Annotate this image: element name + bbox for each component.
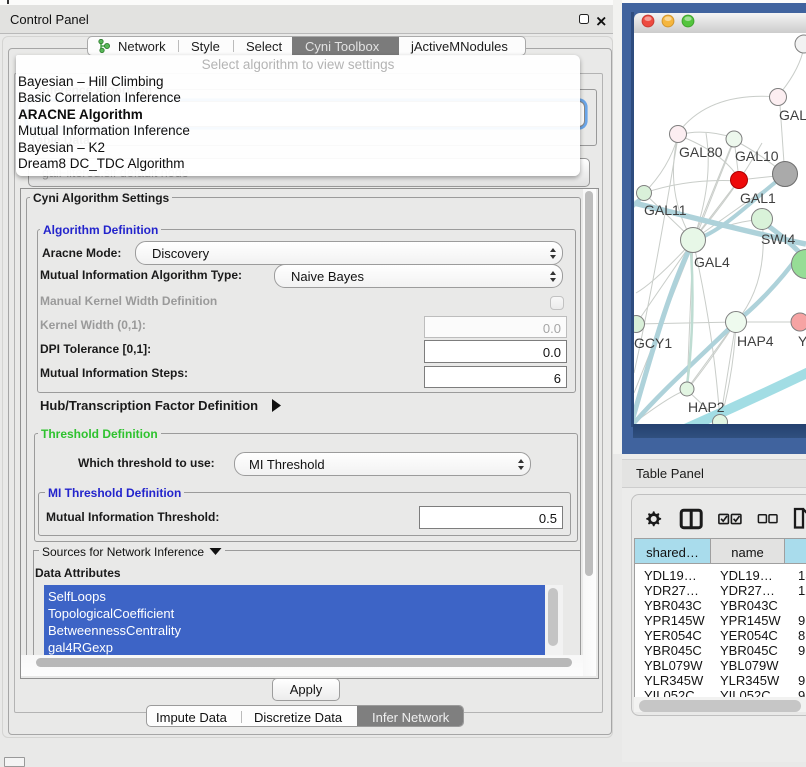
svg-text:GAL1: GAL1	[740, 190, 776, 206]
svg-text:Y: Y	[798, 333, 806, 349]
svg-text:GCY1: GCY1	[634, 335, 672, 351]
svg-text:GAL80: GAL80	[679, 144, 723, 160]
svg-text:GAL11: GAL11	[644, 202, 687, 218]
svg-text:SWI4: SWI4	[761, 231, 795, 247]
svg-text:HAP4: HAP4	[737, 333, 774, 349]
svg-text:GAL4: GAL4	[694, 254, 730, 270]
svg-text:GAL: GAL	[779, 107, 806, 123]
svg-text:HAP2: HAP2	[688, 399, 725, 415]
svg-text:GAL10: GAL10	[735, 148, 779, 164]
